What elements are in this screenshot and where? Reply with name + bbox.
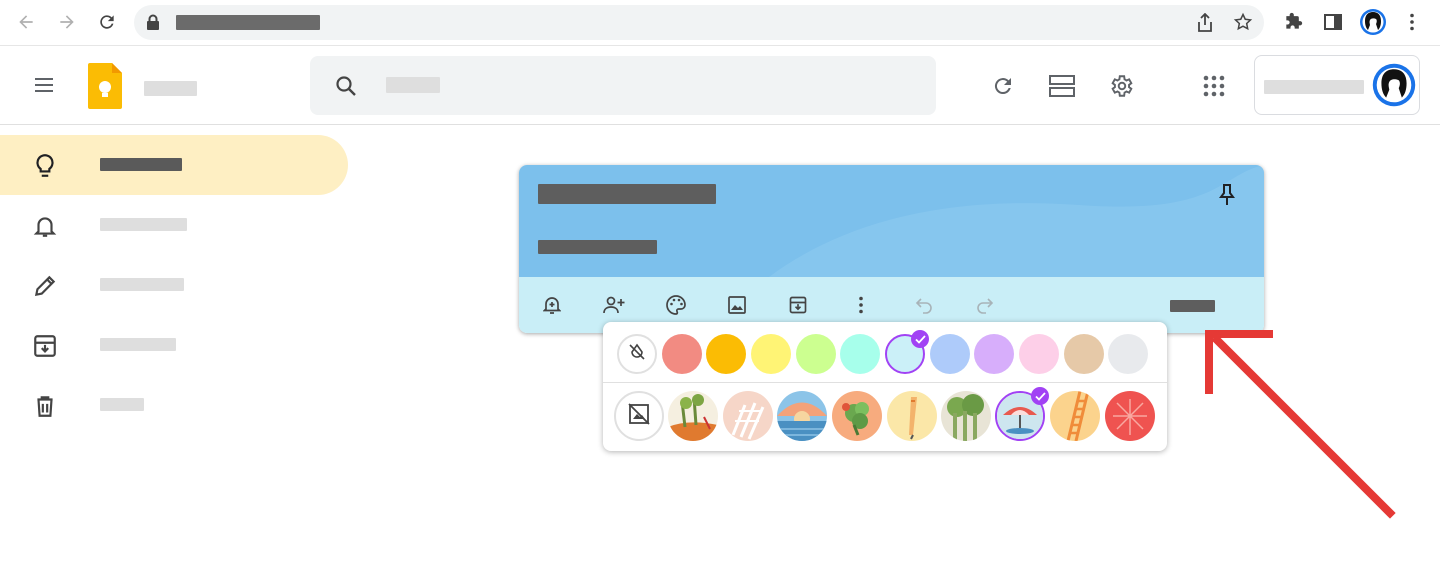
collaborator-icon[interactable] (602, 293, 626, 317)
color-swatch-peach[interactable] (706, 334, 746, 374)
background-notes[interactable] (887, 391, 937, 441)
note-content-area (519, 165, 1264, 277)
background-places[interactable] (941, 391, 991, 441)
background-none[interactable] (614, 391, 664, 441)
search-icon[interactable] (334, 74, 358, 103)
background-food[interactable] (723, 391, 773, 441)
color-swatch-mint[interactable] (796, 334, 836, 374)
color-swatch-coral[interactable] (662, 334, 702, 374)
sidebar-item-label (100, 338, 176, 351)
more-icon[interactable] (849, 293, 873, 317)
extensions-icon[interactable] (1281, 10, 1305, 34)
note-editor (519, 165, 1264, 333)
color-swatch-dusk[interactable] (974, 334, 1014, 374)
lock-icon (146, 14, 160, 35)
color-palette-popup (603, 322, 1167, 451)
side-panel-icon[interactable] (1321, 10, 1345, 34)
color-swatch-clay[interactable] (1064, 334, 1104, 374)
address-bar[interactable] (134, 5, 1264, 40)
undo-icon[interactable] (912, 293, 936, 317)
annotation-arrow-icon (1205, 330, 1396, 519)
sidebar-item-archive[interactable] (0, 315, 350, 375)
kebab-menu-icon[interactable] (1400, 10, 1424, 34)
account-switcher[interactable] (1254, 55, 1420, 115)
list-view-icon[interactable] (1042, 66, 1082, 106)
forward-arrow-icon[interactable] (55, 10, 79, 34)
selected-check-icon (1031, 387, 1049, 405)
background-celebration[interactable] (1105, 391, 1155, 441)
selected-check-icon (911, 330, 929, 348)
back-arrow-icon[interactable] (14, 10, 38, 34)
sidebar (0, 135, 350, 435)
browser-toolbar (0, 0, 1440, 46)
note-background-wave (769, 165, 1264, 277)
note-title[interactable] (538, 184, 716, 204)
archive-icon (32, 333, 58, 359)
avatar[interactable] (1372, 63, 1416, 112)
share-icon[interactable] (1196, 12, 1214, 38)
sidebar-item-reminders[interactable] (0, 195, 350, 255)
color-swatch-default[interactable] (617, 334, 657, 374)
note-body[interactable] (538, 240, 657, 254)
pin-icon[interactable] (1217, 183, 1237, 212)
color-swatch-chalk[interactable] (1108, 334, 1148, 374)
palette-divider (603, 382, 1167, 383)
no-color-icon (627, 342, 647, 367)
reload-icon[interactable] (95, 10, 119, 34)
profile-icon[interactable] (1359, 8, 1387, 36)
account-name (1264, 80, 1364, 94)
background-music[interactable] (777, 391, 827, 441)
search-input[interactable] (386, 77, 440, 93)
search-bar[interactable] (310, 56, 936, 115)
palette-icon[interactable] (664, 293, 688, 317)
color-swatch-sand[interactable] (751, 334, 791, 374)
color-swatch-sage[interactable] (840, 334, 880, 374)
star-icon[interactable] (1233, 12, 1253, 37)
trash-icon (32, 393, 58, 419)
color-swatch-blossom[interactable] (1019, 334, 1059, 374)
no-image-icon (627, 402, 651, 431)
color-swatch-storm[interactable] (930, 334, 970, 374)
sidebar-item-trash[interactable] (0, 375, 350, 435)
background-video[interactable] (1050, 391, 1100, 441)
sidebar-item-label (100, 398, 144, 411)
sidebar-item-edit-labels[interactable] (0, 255, 350, 315)
redo-icon[interactable] (973, 293, 997, 317)
sidebar-item-label (100, 158, 182, 171)
remind-icon[interactable] (540, 293, 564, 317)
lightbulb-icon (32, 153, 58, 179)
archive-icon[interactable] (786, 293, 810, 317)
sidebar-item-notes[interactable] (0, 135, 348, 195)
main-menu-icon[interactable] (24, 65, 64, 105)
apps-grid-icon[interactable] (1194, 66, 1234, 106)
image-icon[interactable] (725, 293, 749, 317)
background-recipes[interactable] (832, 391, 882, 441)
address-text (176, 15, 320, 30)
close-button[interactable] (1170, 300, 1215, 312)
sidebar-item-label (100, 278, 184, 291)
app-header (0, 47, 1440, 125)
pencil-icon (32, 273, 58, 299)
app-title (144, 81, 197, 96)
settings-icon[interactable] (1101, 66, 1141, 106)
bell-icon (32, 213, 58, 239)
keep-logo-icon (88, 63, 122, 114)
refresh-icon[interactable] (983, 66, 1023, 106)
sidebar-item-label (100, 218, 187, 231)
background-groceries[interactable] (668, 391, 718, 441)
